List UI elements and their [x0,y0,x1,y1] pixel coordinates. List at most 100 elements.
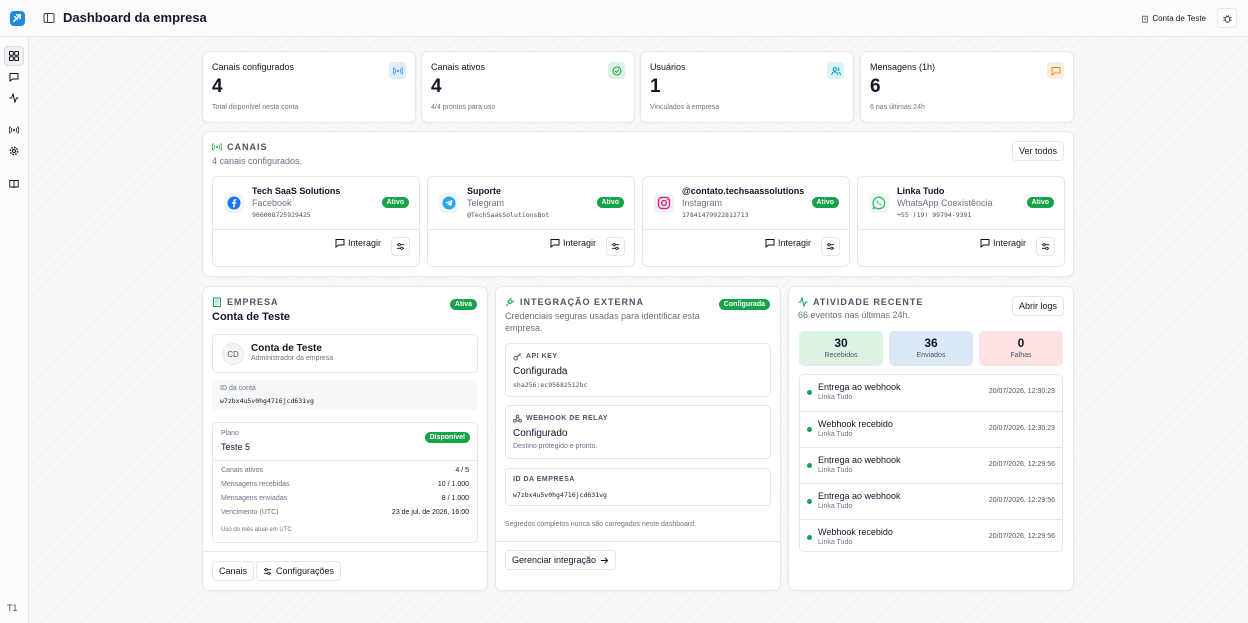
facebook-icon [224,193,244,213]
page-title: Dashboard da empresa [63,10,207,25]
interact-label: Interagir [347,238,381,248]
nav-channels[interactable] [4,120,24,140]
profile-name: Conta de Teste [251,343,322,354]
sidebar-toggle-button[interactable] [42,11,56,25]
company-channels-button[interactable]: Canais [212,561,255,581]
status-badge: Ativo [596,197,624,208]
list-item[interactable]: Webhook recebido Linka Tudo 20/07/2026, … [800,411,1062,447]
plug-icon [505,297,515,307]
stat-value: 6 [870,76,881,97]
metric-failures: 0 Falhas [979,331,1063,366]
nav-activity[interactable] [4,88,24,108]
divider [496,541,780,542]
theme-toggle-button[interactable] [1217,8,1237,28]
activity-subtitle: 66 eventos nas últimas 24h. [798,310,911,320]
section-title: Empresa [227,297,279,307]
nav-settings[interactable] [4,141,24,161]
usage-key: Mensagens enviadas [221,495,288,502]
company-status-badge: Ativa [449,299,477,310]
interact-button[interactable]: Interagir [550,238,596,248]
api-key-state: Configurada [513,366,568,377]
integration-description: Credenciais seguras usadas para identifi… [505,311,700,333]
usage-row: Mensagens enviadas 8 / 1.000 [221,495,469,502]
event-source: Linka Tudo [818,431,853,438]
channel-card-instagram: @contato.techsaassolutions Instagram 178… [642,176,850,267]
open-logs-button[interactable]: Abrir logs [1011,296,1064,316]
api-key-heading: API Key [513,352,558,361]
status-dot [807,463,812,468]
activity-heading: Atividade recente [798,297,923,307]
status-dot [807,427,812,432]
list-item[interactable]: Entrega ao webhook Linka Tudo 20/07/2026… [800,447,1062,483]
nav-dashboard[interactable] [4,46,24,66]
button-label: Gerenciar integração [512,555,597,565]
metric-label: Enviados [916,352,946,359]
channel-card-telegram: Suporte Telegram @TechSaasSolutionsBot A… [427,176,635,267]
section-title: Integração externa [520,297,645,307]
usage-value: 23 de jul. de 2026, 16:00 [391,509,469,516]
divider [213,460,477,461]
metric-value: 36 [924,336,938,350]
building-icon [1142,15,1149,23]
stat-subtitle: Total disponível nesta conta [212,104,299,111]
view-all-channels-button[interactable]: Ver todos [1011,141,1064,161]
manage-integration-button[interactable]: Gerenciar integração [505,550,617,570]
usage-row: Canais ativos 4 / 5 [221,467,469,474]
usage-key: Vencimento (UTC) [221,509,279,516]
channel-id: +55 (19) 99794-9391 [897,211,972,219]
top-header: Dashboard da empresa Conta de Teste [0,0,1248,37]
list-item[interactable]: Webhook recebido Linka Tudo 20/07/2026, … [800,519,1062,551]
channel-type: Facebook [252,198,292,208]
event-source: Linka Tudo [818,539,853,546]
activity-section: Atividade recente 66 eventos nas últimas… [788,286,1074,591]
chat-icon [9,73,19,82]
channel-name: Linka Tudo [897,186,945,196]
plan-label: Plano [221,430,239,437]
channel-card-facebook: Tech SaaS Solutions Facebook 90600872592… [212,176,420,267]
channel-settings-button[interactable] [821,237,840,256]
nav-docs[interactable] [4,174,24,194]
list-item[interactable]: Entrega ao webhook Linka Tudo 20/07/2026… [800,375,1062,411]
channel-settings-button[interactable] [606,237,625,256]
building-icon [213,297,221,307]
activity-icon [9,93,19,103]
list-item[interactable]: Entrega ao webhook Linka Tudo 20/07/2026… [800,483,1062,519]
app-logo[interactable] [10,11,25,26]
company-section: Empresa Ativa Conta de Teste CD Conta de… [202,286,488,591]
channel-settings-button[interactable] [391,237,410,256]
event-time: 20/07/2026, 12:29:56 [988,461,1055,468]
event-time: 20/07/2026, 12:30:23 [988,388,1055,395]
interact-label: Interagir [562,238,596,248]
company-avatar: CD [222,343,244,365]
sliders-icon [1041,243,1050,250]
event-title: Entrega ao webhook [818,491,901,501]
plan-box: Plano Teste 5 Disponível Canais ativos 4 … [212,422,478,543]
interact-button[interactable]: Interagir [335,238,381,248]
usage-note: Uso do mês atual em UTC [221,527,292,533]
users-icon [827,62,844,79]
interact-button[interactable]: Interagir [765,238,811,248]
status-dot [807,535,812,540]
interact-button[interactable]: Interagir [980,238,1026,248]
account-name: Conta de Teste [1152,14,1206,23]
nav-messages[interactable] [4,67,24,87]
button-label: Abrir logs [1018,301,1057,311]
company-settings-button[interactable]: Configurações [256,561,342,581]
section-title: Atividade recente [813,297,924,307]
user-avatar[interactable]: T1 [7,603,18,613]
stat-subtitle: Vinculados à empresa [650,104,720,111]
account-switcher[interactable]: Conta de Teste [1137,10,1210,27]
broadcast-icon [212,143,222,151]
stat-subtitle: 4/4 prontos para uso [431,104,496,111]
webhook-state: Configurado [513,428,568,439]
chat-icon [980,239,990,248]
metric-value: 0 [1017,336,1025,350]
stat-label: Mensagens (1h) [870,62,936,72]
sliders-icon [826,243,835,250]
usage-row: Vencimento (UTC) 23 de jul. de 2026, 16:0… [221,509,469,516]
usage-key: Canais ativos [221,467,264,474]
sliders-icon [396,243,405,250]
box-title: API Key [526,353,558,360]
channel-settings-button[interactable] [1036,237,1055,256]
channel-id: 906008725929425 [252,211,311,219]
